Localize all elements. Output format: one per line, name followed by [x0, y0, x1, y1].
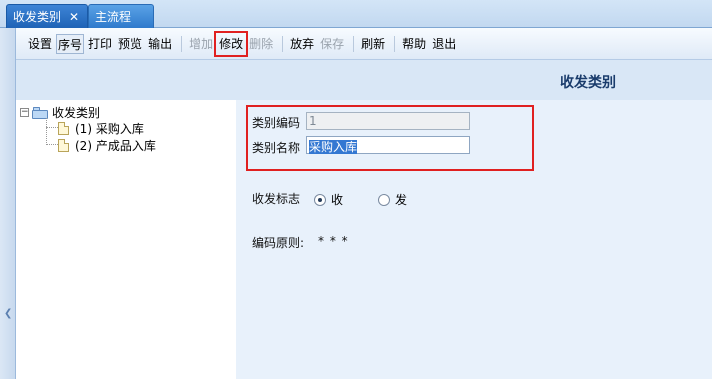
collapse-icon[interactable]: − [20, 108, 29, 117]
send-receive-flag-label: 收发标志 [252, 192, 301, 206]
radio-checked-icon[interactable] [314, 193, 326, 206]
tree-connector [46, 118, 47, 145]
tree-node-label: (1) 采购入库 [75, 122, 144, 136]
modify-button[interactable]: 修改 [214, 30, 249, 57]
settings-button[interactable]: 设置 [26, 34, 54, 54]
toolbar-divider [282, 35, 284, 52]
delete-button[interactable]: 删除 [247, 34, 275, 54]
radio-send-label: 发 [395, 193, 408, 207]
document-icon [58, 139, 69, 152]
tab-receive-send-category[interactable]: 收发类别 ✕ [6, 4, 88, 28]
category-name-value: 采购入库 [309, 140, 358, 154]
category-name-field[interactable]: 采购入库 [306, 136, 470, 154]
detail-form: 类别编码 1 类别名称 采购入库 收发标志 收 发 编码原则: * * * [236, 100, 712, 379]
tree-root-label: 收发类别 [52, 106, 101, 120]
save-button[interactable]: 保存 [318, 34, 346, 54]
tab-label: 主流程 [95, 10, 132, 24]
refresh-button[interactable]: 刷新 [359, 34, 387, 54]
tab-strip: 收发类别 ✕ 主流程 [0, 0, 712, 28]
export-button[interactable]: 输出 [146, 34, 174, 54]
tree-connector [46, 144, 58, 145]
tab-label: 收发类别 [13, 10, 62, 24]
sequence-button[interactable]: 序号 [56, 33, 85, 54]
category-code-value: 1 [309, 114, 317, 128]
toolbar-divider [394, 35, 396, 52]
toolbar: 设置 序号 打印 预览 输出 增加 修改 删除 放弃 保存 刷新 帮助 退出 [16, 28, 712, 60]
tab-main-flow[interactable]: 主流程 [88, 4, 154, 28]
app-window: 收发类别 ✕ 主流程 ❮ 设置 序号 打印 预览 输出 增加 修改 删除 放弃 … [0, 0, 712, 379]
tree-node-purchase-inbound[interactable]: (1) 采购入库 [58, 120, 144, 137]
category-code-label: 类别编码 [252, 116, 301, 130]
tree-root[interactable]: − 收发类别 [20, 104, 100, 121]
radio-receive-label: 收 [331, 193, 344, 207]
coding-rule-label: 编码原则: [252, 236, 305, 250]
header-bar: 收发类别 [16, 60, 712, 100]
tree-node-product-inbound[interactable]: (2) 产成品入库 [58, 137, 156, 154]
add-button[interactable]: 增加 [187, 34, 215, 54]
exit-button[interactable]: 退出 [430, 34, 458, 54]
print-button[interactable]: 打印 [86, 34, 114, 54]
preview-button[interactable]: 预览 [116, 34, 144, 54]
chevron-left-icon[interactable]: ❮ [4, 308, 12, 319]
side-collapse-strip[interactable]: ❮ [0, 28, 16, 379]
category-name-label: 类别名称 [252, 141, 301, 155]
category-code-field[interactable]: 1 [306, 112, 470, 130]
close-icon[interactable]: ✕ [69, 10, 79, 24]
category-tree: − 收发类别 (1) 采购入库 (2) 产成品入库 [16, 100, 236, 379]
radio-unchecked-icon[interactable] [378, 193, 390, 206]
coding-rule-value: * * * [318, 234, 349, 248]
help-button[interactable]: 帮助 [400, 34, 428, 54]
toolbar-divider [181, 35, 183, 52]
toolbar-divider [353, 35, 355, 52]
document-icon [58, 122, 69, 135]
tree-connector [46, 127, 58, 128]
tree-node-label: (2) 产成品入库 [75, 139, 156, 153]
discard-button[interactable]: 放弃 [288, 34, 316, 54]
folder-icon [32, 106, 48, 119]
page-title: 收发类别 [560, 75, 616, 91]
radio-receive[interactable]: 收 [314, 191, 343, 208]
radio-send[interactable]: 发 [378, 191, 407, 208]
